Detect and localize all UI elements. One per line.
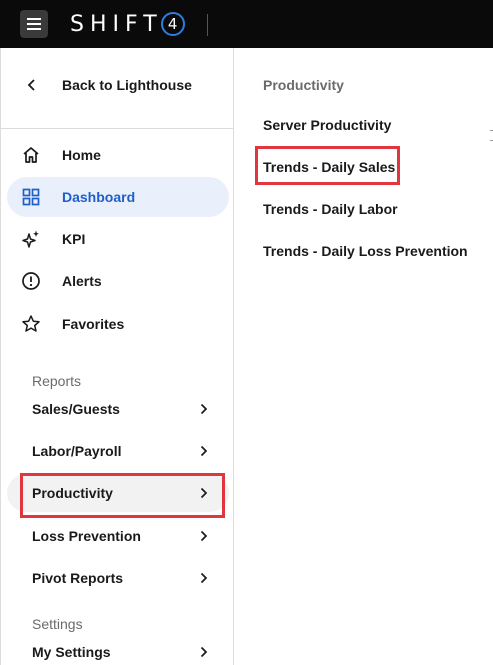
- dashboard-grid-icon: [22, 188, 40, 206]
- sidebar-item-label: My Settings: [32, 644, 111, 660]
- sidebar-item-label: Labor/Payroll: [32, 443, 122, 459]
- alert-circle-icon: [22, 272, 40, 290]
- server-productivity-link[interactable]: Server Productivity: [263, 117, 391, 133]
- submenu-panel: Productivity Server Productivity Trends …: [235, 48, 493, 665]
- trends-daily-sales-link[interactable]: Trends - Daily Sales: [263, 159, 395, 175]
- chevron-right-icon: [200, 646, 208, 658]
- sidebar-item-loss-prevention[interactable]: Loss Prevention: [7, 517, 229, 555]
- panel-title: Productivity: [263, 77, 344, 93]
- topbar-divider: [207, 14, 208, 36]
- trends-daily-labor-link[interactable]: Trends - Daily Labor: [263, 201, 398, 217]
- chevron-right-icon: [200, 487, 208, 499]
- reports-section-title: Reports: [32, 373, 82, 389]
- sidebar-item-label: Loss Prevention: [32, 528, 141, 544]
- hamburger-menu-icon[interactable]: [20, 10, 48, 38]
- chevron-right-icon: [200, 445, 208, 457]
- sidebar: Back to Lighthouse Home Dashboard KPI Al: [0, 48, 234, 665]
- sidebar-item-label: Dashboard: [62, 189, 136, 205]
- sidebar-item-label: Productivity: [32, 485, 113, 501]
- trends-daily-loss-prevention-link[interactable]: Trends - Daily Loss Prevention: [263, 243, 468, 259]
- sidebar-item-alerts[interactable]: Alerts: [7, 261, 229, 301]
- back-label: Back to Lighthouse: [62, 77, 192, 93]
- shift4-logo: SHIFT 4: [70, 10, 185, 38]
- chevron-right-icon: [200, 572, 208, 584]
- top-bar: SHIFT 4: [0, 0, 493, 48]
- sidebar-item-productivity[interactable]: Productivity: [7, 474, 229, 512]
- chevron-right-icon: [200, 530, 208, 542]
- sidebar-item-favorites[interactable]: Favorites: [7, 304, 229, 344]
- chevron-left-icon: [27, 79, 35, 91]
- home-icon: [23, 147, 39, 163]
- sidebar-item-label: Sales/Guests: [32, 401, 120, 417]
- sidebar-item-kpi[interactable]: KPI: [7, 219, 229, 259]
- sidebar-item-label: Home: [62, 147, 101, 163]
- star-icon: [22, 315, 40, 332]
- sidebar-item-home[interactable]: Home: [7, 135, 229, 175]
- sidebar-item-pivot-reports[interactable]: Pivot Reports: [7, 559, 229, 597]
- sidebar-item-my-settings[interactable]: My Settings: [7, 633, 229, 665]
- sidebar-item-labor-payroll[interactable]: Labor/Payroll: [7, 432, 229, 470]
- chevron-right-icon: [200, 403, 208, 415]
- sidebar-item-label: Favorites: [62, 316, 125, 332]
- sidebar-divider: [1, 128, 234, 129]
- sidebar-item-label: Alerts: [62, 273, 102, 289]
- sidebar-item-label: KPI: [62, 231, 86, 247]
- sidebar-item-sales-guests[interactable]: Sales/Guests: [7, 390, 229, 428]
- sidebar-item-dashboard[interactable]: Dashboard: [7, 177, 229, 217]
- back-to-lighthouse-link[interactable]: Back to Lighthouse: [1, 70, 234, 100]
- sparkle-icon: [22, 230, 39, 248]
- sidebar-item-label: Pivot Reports: [32, 570, 124, 586]
- settings-section-title: Settings: [32, 616, 83, 632]
